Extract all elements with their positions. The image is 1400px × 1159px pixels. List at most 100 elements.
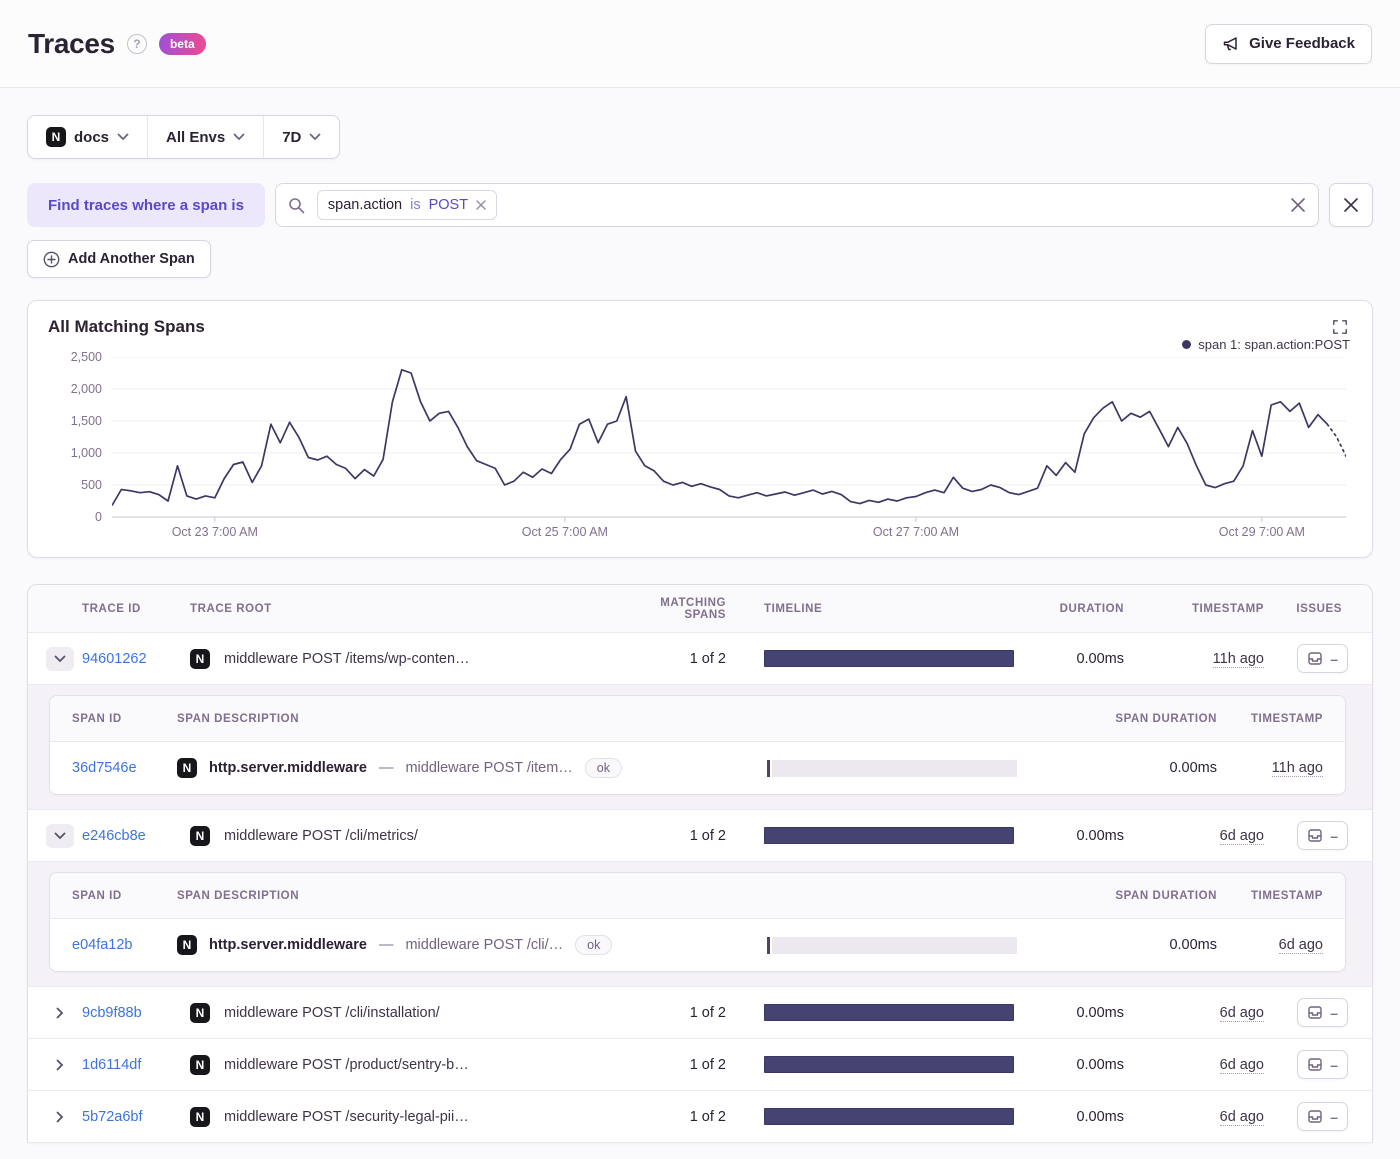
issues-button[interactable]: –: [1297, 1050, 1348, 1079]
nextjs-platform-icon: N: [190, 1002, 210, 1023]
table-row: e246cb8e Nmiddleware POST /cli/metrics/ …: [28, 810, 1372, 862]
chip-remove-icon[interactable]: [476, 200, 486, 210]
expand-row-button[interactable]: [46, 1001, 74, 1025]
issues-button[interactable]: –: [1297, 644, 1348, 673]
traces-table: TRACE ID TRACE ROOT MATCHING SPANS TIMEL…: [27, 584, 1373, 1143]
nextjs-platform-icon: N: [190, 648, 210, 669]
timeline-bar[interactable]: [764, 1108, 1014, 1125]
add-another-span-label: Add Another Span: [68, 251, 195, 267]
chart-y-axis: 0 500 1,000 1,500 2,000 2,500: [48, 350, 102, 524]
environment-select-label: All Envs: [166, 128, 226, 146]
span-duration-value: 0.00ms: [1169, 760, 1217, 776]
add-another-span-button[interactable]: Add Another Span: [27, 240, 211, 278]
nextjs-platform-icon: N: [177, 758, 197, 778]
x-axis-tick-label: Oct 25 7:00 AM: [521, 525, 608, 539]
trace-id-link[interactable]: 94601262: [82, 651, 147, 667]
y-axis-tick-label: 1,500: [70, 414, 102, 428]
timeline-bar[interactable]: [764, 1056, 1014, 1073]
span-query-row: Find traces where a span is span.action …: [27, 183, 1373, 227]
expanded-trace-spans: SPAN ID SPAN DESCRIPTION SPAN DURATION T…: [28, 862, 1372, 987]
search-icon: [288, 197, 305, 214]
issues-button[interactable]: –: [1297, 821, 1348, 850]
span-op: http.server.middleware: [209, 937, 367, 953]
y-axis-tick-label: 2,000: [70, 382, 102, 396]
x-axis-tick-label: Oct 29 7:00 AM: [1218, 525, 1305, 539]
col-span-timestamp: TIMESTAMP: [1250, 712, 1323, 725]
y-axis-tick-label: 2,500: [70, 350, 102, 364]
date-range-select[interactable]: 7D: [263, 116, 339, 158]
span-op: http.server.middleware: [209, 760, 367, 776]
col-timestamp: TIMESTAMP: [1191, 602, 1264, 615]
chip-value: POST: [428, 197, 469, 213]
nextjs-platform-icon: N: [190, 825, 210, 846]
trace-root-label: middleware POST /product/sentry-b…: [224, 1056, 469, 1073]
environment-select[interactable]: All Envs: [147, 116, 263, 158]
span-row: 36d7546e N http.server.middleware — midd…: [50, 742, 1345, 794]
chip-key: span.action: [327, 197, 403, 213]
issues-icon: [1307, 651, 1323, 666]
col-trace-id: TRACE ID: [82, 602, 141, 615]
span-id-link[interactable]: 36d7546e: [72, 760, 137, 776]
nextjs-project-icon: N: [46, 127, 66, 147]
page-header: Traces ? beta Give Feedback: [0, 0, 1400, 88]
timeline-bar[interactable]: [764, 1004, 1014, 1021]
project-select[interactable]: N docs: [28, 116, 147, 158]
plus-circle-icon: [43, 251, 60, 268]
issues-count: –: [1330, 1004, 1338, 1021]
issues-icon: [1307, 1005, 1323, 1020]
x-axis-tick-label: Oct 27 7:00 AM: [872, 525, 960, 539]
duration-value: 0.00ms: [1076, 827, 1124, 844]
expand-row-button[interactable]: [46, 1053, 74, 1077]
matching-spans-chart: All Matching Spans span 1: span.action:P…: [27, 300, 1373, 558]
trace-id-link[interactable]: 5b72a6bf: [82, 1109, 142, 1125]
duration-value: 0.00ms: [1076, 1004, 1124, 1021]
timeline-bar[interactable]: [764, 650, 1014, 667]
give-feedback-button[interactable]: Give Feedback: [1205, 23, 1372, 64]
timestamp-value[interactable]: 6d ago: [1219, 827, 1264, 845]
expanded-trace-spans: SPAN ID SPAN DESCRIPTION SPAN DURATION T…: [28, 685, 1372, 810]
issues-count: –: [1330, 650, 1338, 667]
span-timeline[interactable]: [767, 936, 1017, 954]
span-id-link[interactable]: e04fa12b: [72, 937, 132, 953]
timestamp-value[interactable]: 6d ago: [1219, 1056, 1264, 1074]
issues-icon: [1307, 1057, 1323, 1072]
span-table-header: SPAN ID SPAN DESCRIPTION SPAN DURATION T…: [50, 873, 1345, 919]
span-timeline[interactable]: [767, 759, 1017, 777]
page-title: Traces: [28, 27, 115, 59]
issues-button[interactable]: –: [1297, 1102, 1348, 1131]
filter-chip-span-action[interactable]: span.action is POST: [316, 190, 498, 220]
expand-row-button[interactable]: [46, 1105, 74, 1129]
span-description: middleware POST /cli/…: [405, 937, 564, 953]
find-traces-label: Find traces where a span is: [27, 183, 265, 227]
span-search-input[interactable]: span.action is POST: [274, 183, 1319, 227]
span-separator: —: [378, 760, 394, 776]
issues-button[interactable]: –: [1297, 998, 1348, 1027]
x-axis-tick-label: Oct 23 7:00 AM: [171, 525, 258, 539]
timeline-bar[interactable]: [764, 827, 1014, 844]
col-issues: ISSUES: [1296, 602, 1342, 615]
help-icon[interactable]: ?: [126, 33, 147, 54]
timestamp-value[interactable]: 6d ago: [1219, 1004, 1264, 1022]
fullscreen-icon[interactable]: [1330, 317, 1350, 337]
duration-value: 0.00ms: [1076, 1108, 1124, 1125]
trace-id-link[interactable]: e246cb8e: [82, 828, 146, 844]
clear-search-icon[interactable]: [1290, 197, 1306, 213]
remove-span-query-button[interactable]: [1329, 183, 1373, 227]
chip-operator: is: [410, 197, 421, 213]
project-select-label: docs: [74, 128, 110, 146]
beta-badge: beta: [158, 32, 206, 55]
table-row: 5b72a6bf Nmiddleware POST /security-lega…: [28, 1091, 1372, 1143]
col-span-description: SPAN DESCRIPTION: [177, 889, 300, 902]
span-timestamp-value[interactable]: 11h ago: [1271, 760, 1323, 777]
chevron-down-icon: [117, 133, 129, 141]
span-timestamp-value[interactable]: 6d ago: [1278, 937, 1323, 954]
collapse-row-button[interactable]: [46, 646, 74, 671]
timestamp-value[interactable]: 6d ago: [1219, 1108, 1264, 1126]
nextjs-platform-icon: N: [190, 1106, 210, 1127]
collapse-row-button[interactable]: [46, 823, 74, 848]
legend-dot-icon: [1182, 339, 1192, 349]
trace-id-link[interactable]: 1d6114df: [82, 1057, 141, 1073]
trace-id-link[interactable]: 9cb9f88b: [82, 1005, 142, 1021]
timestamp-value[interactable]: 11h ago: [1212, 650, 1264, 668]
issues-count: –: [1330, 1108, 1338, 1125]
